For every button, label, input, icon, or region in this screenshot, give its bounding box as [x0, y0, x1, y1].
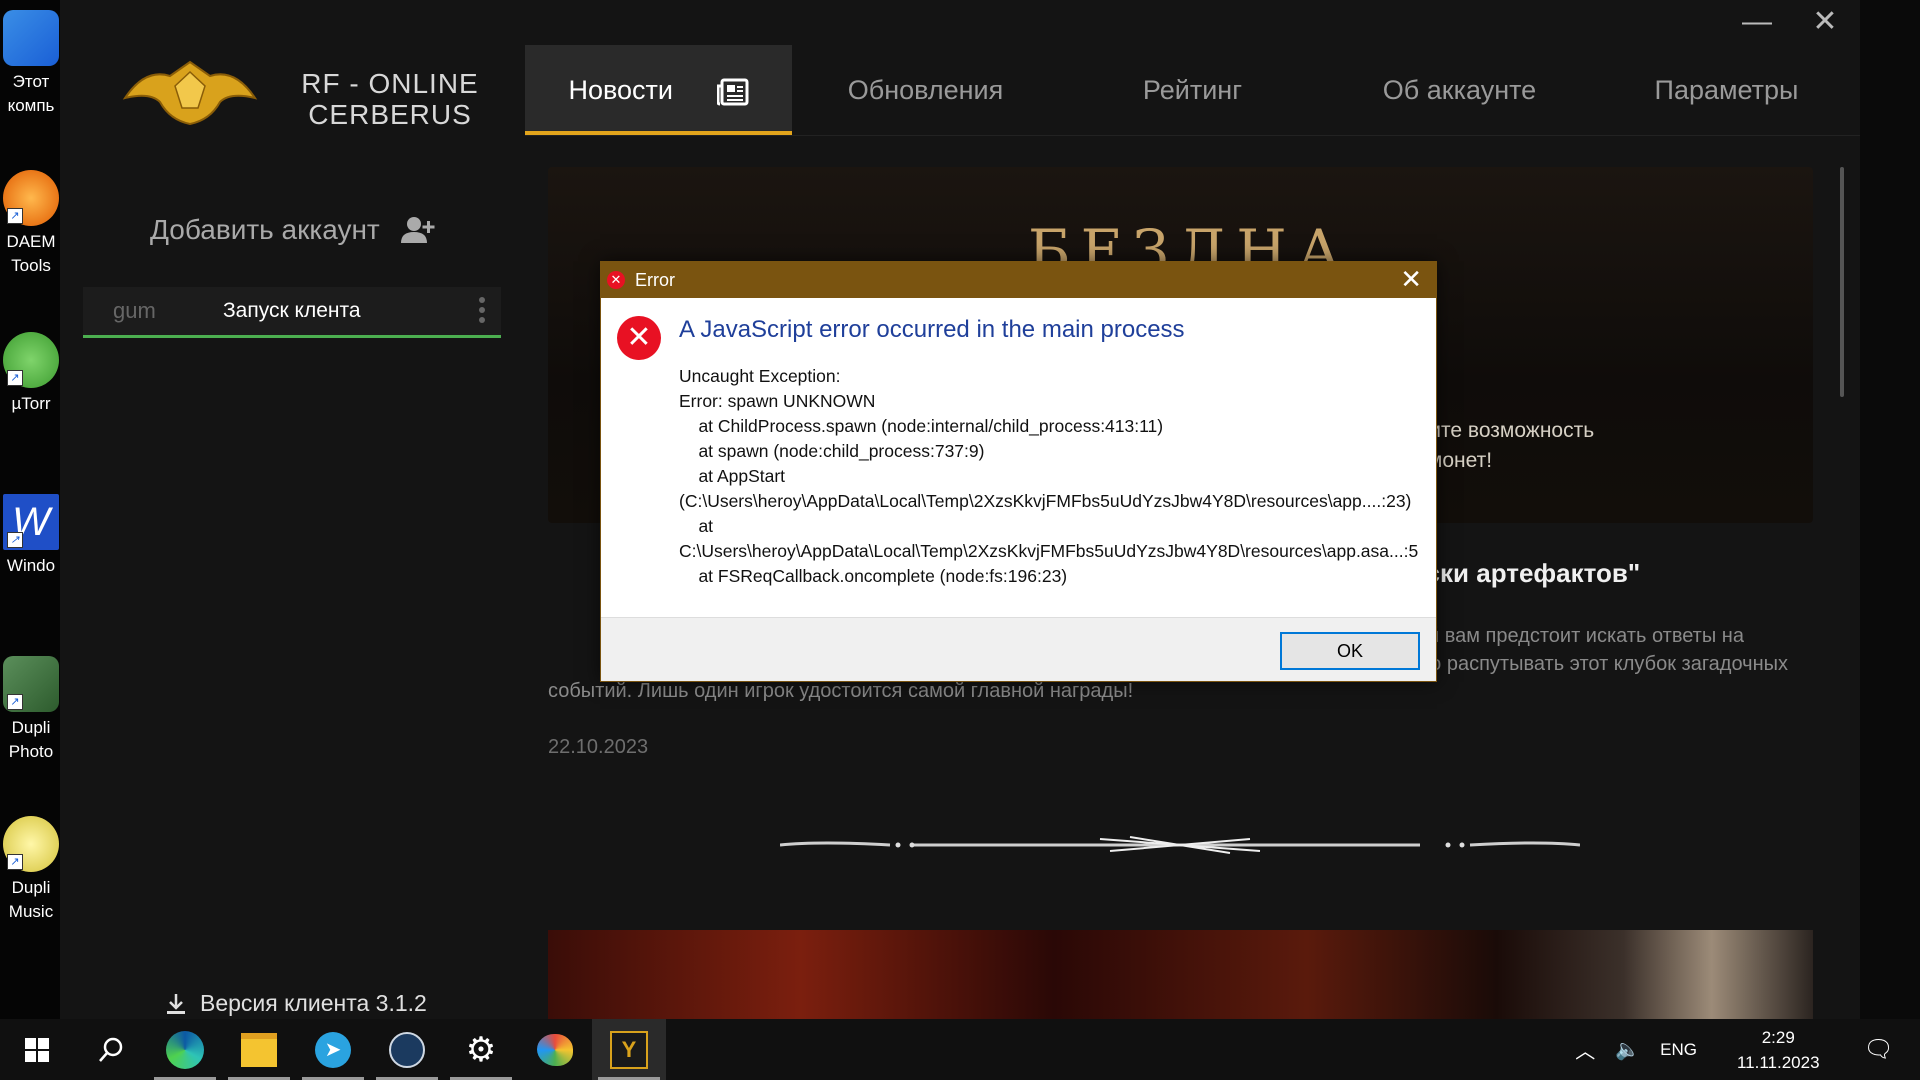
- account-row[interactable]: gum Запуск клента: [83, 287, 501, 338]
- taskbar-telegram[interactable]: ➤: [296, 1019, 370, 1080]
- rf-launcher-icon: Y: [610, 1030, 648, 1069]
- shortcut-arrow-icon: ↗: [7, 854, 23, 870]
- desktop-icon-label: Dupli: [11, 718, 51, 737]
- language-indicator[interactable]: ENG: [1660, 1040, 1697, 1060]
- logo-line-1: RF - ONLINE: [301, 68, 479, 99]
- tab-updates[interactable]: Обновления: [792, 45, 1059, 135]
- shortcut-arrow-icon: ↗: [7, 532, 23, 548]
- desktop-icon-duplicate-music[interactable]: ↗ Dupli Music: [0, 816, 62, 924]
- error-dialog: ✕ Error ✕ ✕ A JavaScript error occurred …: [600, 261, 1437, 682]
- clock-time: 2:29: [1761, 1027, 1795, 1047]
- search-icon: [99, 1037, 123, 1062]
- taskbar-steam[interactable]: [370, 1019, 444, 1080]
- ok-button[interactable]: OK: [1280, 632, 1420, 670]
- edge-browser-icon: [166, 1030, 204, 1069]
- system-tray: ︿ 🔈 ENG 2:29 11.11.2023 🗨: [1575, 1019, 1920, 1080]
- windows-logo-icon: [25, 1037, 49, 1062]
- dialog-heading: A JavaScript error occurred in the main …: [679, 316, 1185, 343]
- utorrent-icon: ↗: [3, 332, 59, 388]
- tab-rating[interactable]: Рейтинг: [1059, 45, 1326, 135]
- ornament-divider: [780, 836, 1580, 854]
- client-version-label: Версия клиента 3.1.2: [200, 990, 427, 1016]
- add-user-icon: [400, 217, 435, 243]
- error-icon: ✕: [617, 316, 661, 360]
- clock-date: 11.11.2023: [1736, 1052, 1820, 1072]
- launch-client-button[interactable]: Запуск клента: [223, 299, 361, 323]
- chevron-up-icon[interactable]: ︿: [1575, 1035, 1595, 1064]
- launcher-window: RF - ONLINE CERBERUS Добавить аккаунт gu…: [60, 0, 1860, 1019]
- error-small-icon: ✕: [607, 271, 625, 289]
- desktop-icon-label: DAEM: [6, 232, 56, 251]
- desktop-icon-label: µTorr: [11, 394, 51, 413]
- taskbar-settings[interactable]: ⚙: [444, 1019, 518, 1080]
- account-name: gum: [113, 298, 156, 323]
- news-banner-2[interactable]: [548, 930, 1813, 1019]
- telegram-icon: ➤: [315, 1031, 351, 1068]
- dialog-message: Uncaught Exception: Error: spawn UNKNOWN…: [679, 366, 1419, 586]
- desktop-icon-this-pc[interactable]: Этот компь: [0, 10, 62, 118]
- scrollbar[interactable]: [1840, 167, 1844, 397]
- tab-account[interactable]: Об аккаунте: [1326, 45, 1593, 135]
- download-icon: [167, 993, 185, 1014]
- tab-label: Новости: [568, 75, 673, 105]
- taskbar-edge[interactable]: [148, 1019, 222, 1080]
- desktop-icon-windows-app[interactable]: W ↗ Windo: [0, 494, 62, 578]
- dialog-footer: OK: [601, 617, 1436, 681]
- photo-stack-icon: ↗: [3, 656, 59, 712]
- taskbar-explorer[interactable]: [222, 1019, 296, 1080]
- search-button[interactable]: [74, 1019, 148, 1080]
- more-vertical-icon[interactable]: [479, 297, 485, 327]
- taskbar: ➤ ⚙ Y ︿ 🔈 ENG 2:29 11.11.2023 🗨: [0, 1019, 1920, 1080]
- start-button[interactable]: [0, 1019, 74, 1080]
- logo-line-2: CERBERUS: [308, 99, 472, 130]
- shortcut-arrow-icon: ↗: [7, 694, 23, 710]
- desktop-icon-label: компь: [7, 96, 55, 115]
- folder-icon: [241, 1032, 277, 1067]
- desktop-icon-label: Photo: [8, 742, 54, 761]
- add-account-button[interactable]: Добавить аккаунт: [150, 214, 436, 246]
- tab-news[interactable]: Новости: [525, 45, 792, 135]
- shortcut-arrow-icon: ↗: [7, 208, 23, 224]
- sidebar: RF - ONLINE CERBERUS Добавить аккаунт gu…: [60, 0, 525, 1019]
- tab-bar: Новости Обновления Рейтинг Об аккаунте П…: [525, 45, 1860, 136]
- gear-icon: ⚙: [465, 1030, 497, 1069]
- daemon-tools-icon: ↗: [3, 170, 59, 226]
- paint-palette-icon: [537, 1033, 573, 1066]
- logo-text: RF - ONLINE CERBERUS: [290, 68, 490, 130]
- rf-online-logo-icon: [122, 60, 258, 126]
- notification-center-icon[interactable]: 🗨: [1864, 1035, 1894, 1064]
- taskbar-paint[interactable]: [518, 1019, 592, 1080]
- news-date: 22.10.2023: [548, 736, 649, 758]
- desktop-icon-daemon-tools[interactable]: ↗ DAEM Tools: [0, 170, 62, 278]
- taskbar-rf-launcher[interactable]: Y: [592, 1019, 666, 1080]
- word-app-icon: W ↗: [3, 494, 59, 550]
- desktop-icon-label: Tools: [11, 256, 51, 275]
- desktop-icon-label: Windo: [6, 556, 56, 575]
- dialog-body: ✕ A JavaScript error occurred in the mai…: [601, 298, 1436, 616]
- desktop: Этот компь ↗ DAEM Tools ↗ µTorr W ↗ Windo…: [0, 0, 62, 1019]
- music-disc-icon: ↗: [3, 816, 59, 872]
- client-version[interactable]: Версия клиента 3.1.2: [164, 990, 427, 1017]
- desktop-icon-label: Music: [8, 902, 54, 921]
- tab-settings[interactable]: Параметры: [1593, 45, 1860, 135]
- computer-icon: [3, 10, 59, 66]
- minimize-button[interactable]: —: [1742, 5, 1772, 39]
- close-window-button[interactable]: ✕: [1810, 4, 1840, 39]
- desktop-icon-label: Этот: [12, 72, 50, 91]
- dialog-close-button[interactable]: ✕: [1400, 264, 1422, 295]
- dialog-titlebar: ✕ Error ✕: [601, 262, 1436, 298]
- news-body-text: событий. Лишь один игрок удостоится само…: [548, 680, 1134, 702]
- window-controls: — ✕: [1742, 4, 1840, 39]
- desktop-icon-utorrent[interactable]: ↗ µTorr: [0, 332, 62, 416]
- volume-icon[interactable]: 🔈: [1615, 1037, 1640, 1062]
- dialog-title: Error: [635, 269, 675, 290]
- desktop-icon-label: Dupli: [11, 878, 51, 897]
- desktop-icon-duplicate-photo[interactable]: ↗ Dupli Photo: [0, 656, 62, 764]
- clock[interactable]: 2:29 11.11.2023: [1737, 1025, 1820, 1075]
- steam-icon: [389, 1031, 425, 1068]
- shortcut-arrow-icon: ↗: [7, 370, 23, 386]
- newspaper-icon: [716, 78, 749, 106]
- add-account-label: Добавить аккаунт: [150, 214, 380, 245]
